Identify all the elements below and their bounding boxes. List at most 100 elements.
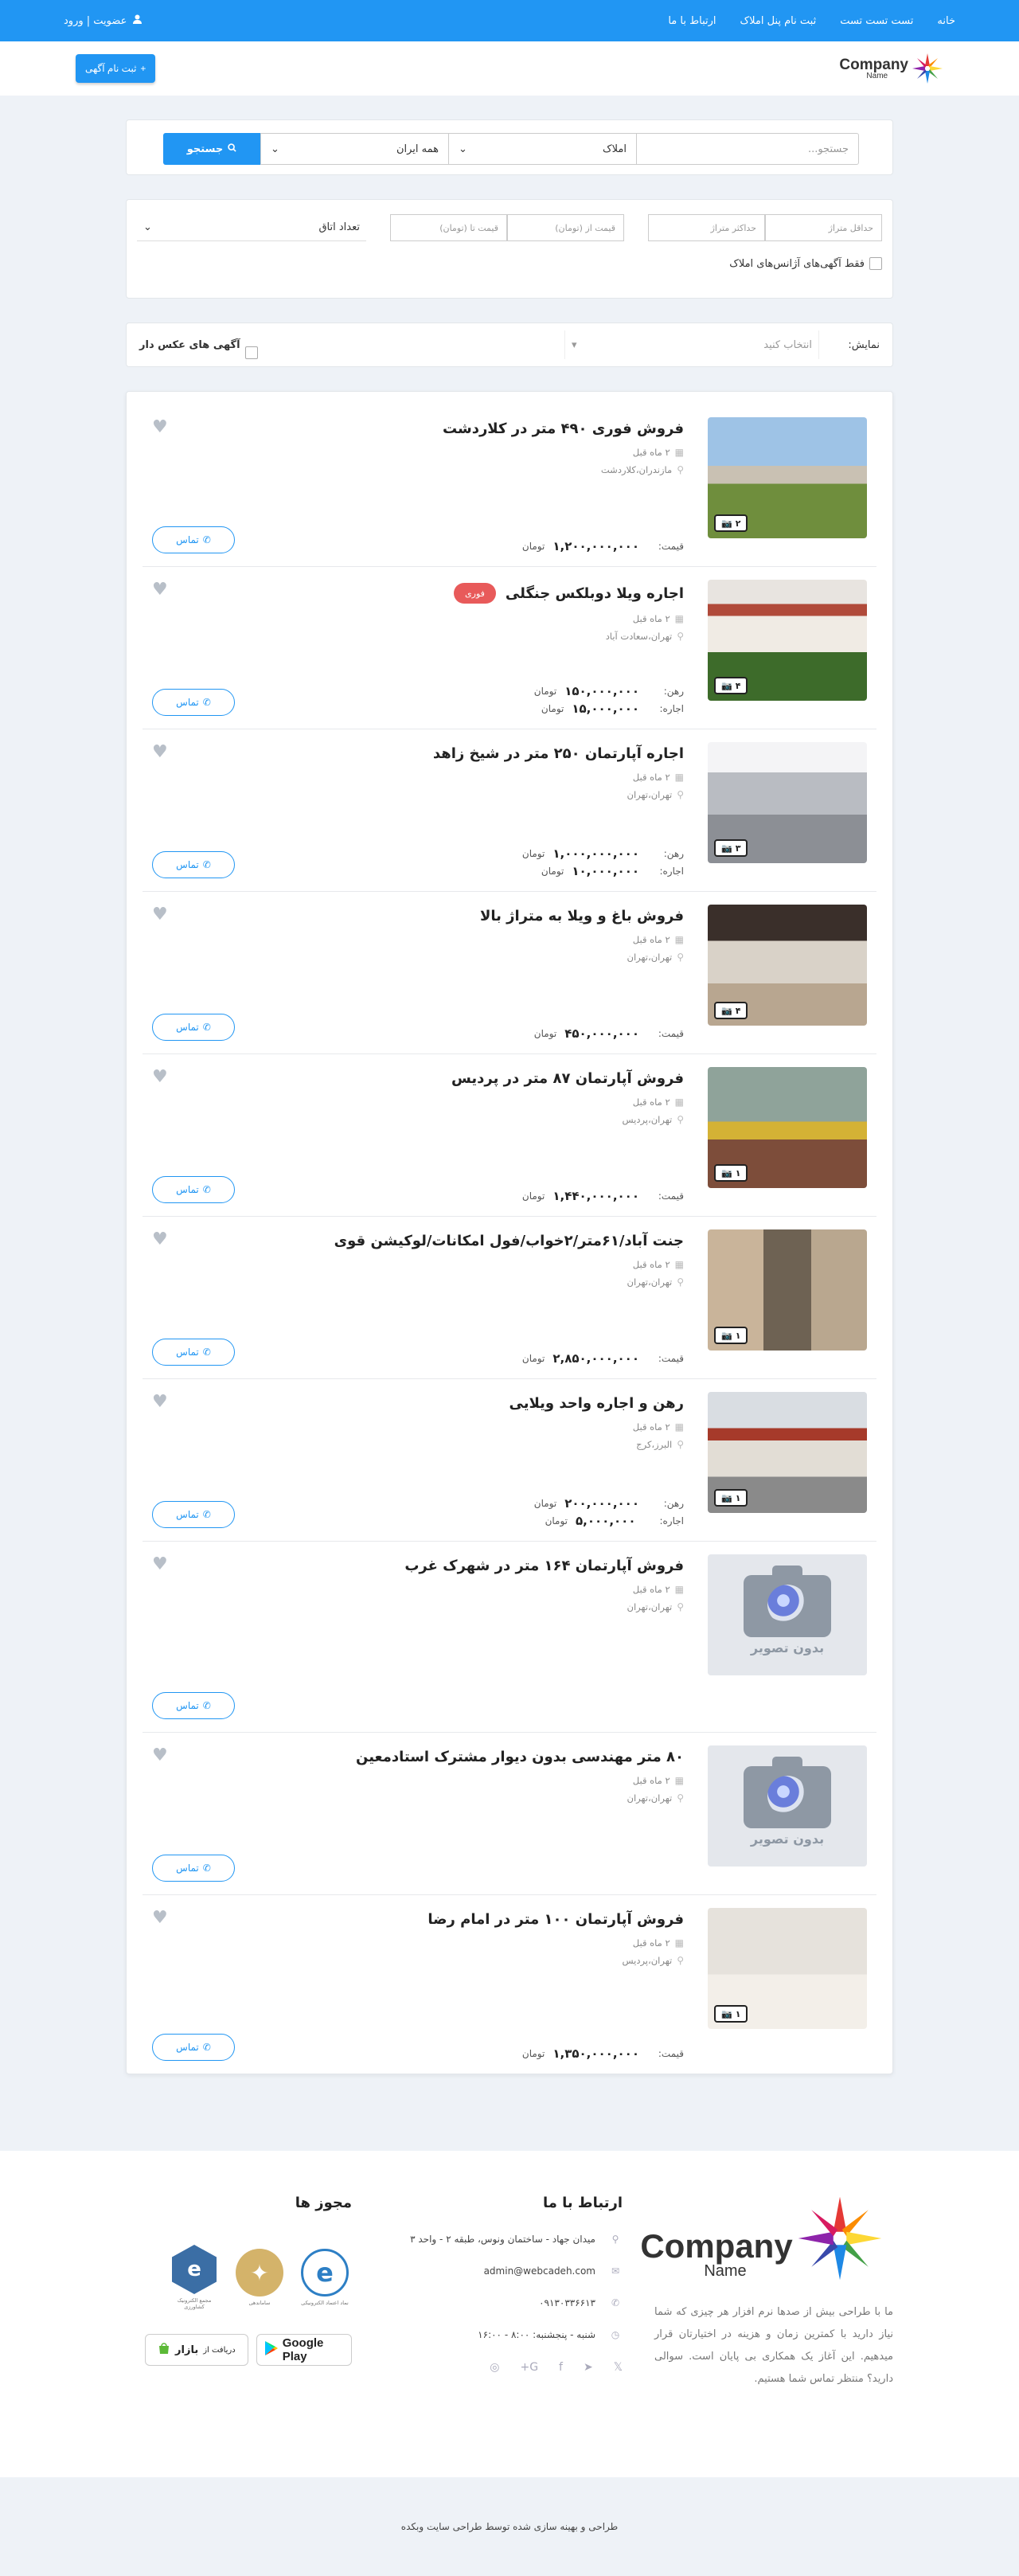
heart-icon[interactable]: ♥ xyxy=(152,1392,168,1412)
heart-icon[interactable]: ♥ xyxy=(152,1908,168,1928)
call-label: تماس xyxy=(176,1863,199,1874)
telegram-icon[interactable]: ➤ xyxy=(584,2361,593,2374)
listing-title[interactable]: جنت آباد/۶۱متر/۲خواب/فول امکانات/لوکیشن … xyxy=(334,1233,684,1249)
listing-card[interactable]: 📷 ۱ فروش آپارتمان ۱۰۰ متر در امام رضا ▦ ۲… xyxy=(143,1895,876,2074)
rooms-label: تعداد اتاق xyxy=(318,221,360,233)
listing-location: تهران،تهران xyxy=(627,1792,673,1804)
call-button[interactable]: ✆ تماس xyxy=(152,1176,235,1203)
listing-title[interactable]: فروش آپارتمان ۱۰۰ متر در امام رضا xyxy=(428,1911,684,1928)
twitter-icon[interactable]: 𝕏 xyxy=(614,2361,623,2374)
association-badge[interactable]: e مجمع الکترونیک کشاورزی xyxy=(167,2243,221,2312)
enamad-badge[interactable]: e نماد اعتماد الکترونیکی xyxy=(298,2243,352,2312)
listing-card[interactable]: بدون تصویر ۸۰ متر مهندسی بدون دیوار مشتر… xyxy=(143,1733,876,1895)
rent-label: اجاره: xyxy=(659,703,684,714)
call-button[interactable]: ✆ تماس xyxy=(152,2034,235,2061)
phone-icon: ✆ xyxy=(611,2297,620,2308)
category-select[interactable]: املاک ⌄ xyxy=(448,133,636,165)
listing-image[interactable]: 📷 ۱ xyxy=(708,1392,867,1513)
phone-icon: ✆ xyxy=(202,697,211,708)
search-button[interactable]: جستجو xyxy=(163,133,260,165)
area-max-input[interactable]: حداکثر متراژ xyxy=(648,214,765,241)
listing-title[interactable]: رهن و اجاره واحد ویلایی xyxy=(510,1395,685,1412)
rent-label: اجاره: xyxy=(659,866,684,877)
listing-card[interactable]: 📷 ۲ فروش فوری ۴۹۰ متر در کلاردشت ▦ ۲ ماه … xyxy=(143,405,876,567)
listing-image[interactable]: 📷 ۱ xyxy=(708,1908,867,2029)
heart-icon[interactable]: ♥ xyxy=(152,417,168,437)
rent-unit: تومان xyxy=(541,703,564,714)
with-photo-checkbox[interactable]: آگهی های عکس دار xyxy=(139,330,258,359)
area-min-input[interactable]: حداقل متراژ xyxy=(765,214,882,241)
heart-icon[interactable]: ♥ xyxy=(152,742,168,762)
no-image-placeholder[interactable]: بدون تصویر xyxy=(708,1554,867,1675)
call-button[interactable]: ✆ تماس xyxy=(152,1692,235,1719)
call-button[interactable]: ✆ تماس xyxy=(152,1501,235,1528)
city-select[interactable]: همه ایران ⌄ xyxy=(260,133,448,165)
rent-value: ۵,۰۰۰,۰۰۰ xyxy=(576,1514,636,1528)
listing-title[interactable]: فروش آپارتمان ۱۶۴ متر در شهرک غرب xyxy=(404,1558,684,1574)
facebook-icon[interactable]: f xyxy=(559,2361,563,2374)
nav-link-test[interactable]: تست تست تست xyxy=(840,15,913,27)
photo-count-badge: 📷 ۱ xyxy=(714,1327,748,1344)
listing-image[interactable]: 📷 ۱ xyxy=(708,1229,867,1351)
calendar-icon: ▦ xyxy=(674,1775,684,1786)
listing-card[interactable]: 📷 ۴ فروش باغ و ویلا به متراژ بالا ▦ ۲ ماه… xyxy=(143,892,876,1054)
company-logo[interactable]: Company Name xyxy=(839,53,943,84)
listing-image[interactable]: 📷 ۴ xyxy=(708,905,867,1026)
call-button[interactable]: ✆ تماس xyxy=(152,689,235,716)
call-button[interactable]: ✆ تماس xyxy=(152,1339,235,1366)
listing-card[interactable]: 📷 ۱ فروش آپارتمان ۸۷ متر در پردیس ▦ ۲ ماه… xyxy=(143,1054,876,1217)
heart-icon[interactable]: ♥ xyxy=(152,905,168,924)
listing-image[interactable]: 📷 ۴ xyxy=(708,580,867,701)
listing-title[interactable]: فروش باغ و ویلا به متراژ بالا xyxy=(480,908,684,924)
listing-card[interactable]: بدون تصویر فروش آپارتمان ۱۶۴ متر در شهرک… xyxy=(143,1542,876,1733)
price-to-input[interactable]: قیمت تا (تومان) xyxy=(390,214,507,241)
call-button[interactable]: ✆ تماس xyxy=(152,1014,235,1041)
site-header: Company Name + ثبت نام آگهی xyxy=(0,41,1019,96)
listing-title[interactable]: ۸۰ متر مهندسی بدون دیوار مشترک استادمعین xyxy=(356,1749,684,1765)
listing-card[interactable]: 📷 ۱ جنت آباد/۶۱متر/۲خواب/فول امکانات/لوک… xyxy=(143,1217,876,1379)
phone-icon: ✆ xyxy=(202,1347,211,1358)
google-play-button[interactable]: Google Play xyxy=(256,2334,352,2366)
email-link[interactable]: admin@webcadeh.com xyxy=(484,2265,595,2277)
nav-link-contact[interactable]: ارتباط با ما xyxy=(668,15,716,27)
agency-only-checkbox[interactable]: فقط آگهی‌های آژانس‌های املاک xyxy=(137,257,882,270)
phone-text[interactable]: ۰۹۱۳۰۳۳۶۶۱۳ xyxy=(539,2297,595,2308)
sort-select[interactable]: انتخاب کنید ▾ xyxy=(564,330,819,359)
listing-title[interactable]: فروش آپارتمان ۸۷ متر در پردیس xyxy=(451,1070,684,1087)
heart-icon[interactable]: ♥ xyxy=(152,1067,168,1087)
checkbox-box[interactable] xyxy=(244,346,258,359)
listing-card[interactable]: 📷 ۳ اجاره آپارتمان ۲۵۰ متر در شیخ زاهد ▦… xyxy=(143,729,876,892)
photo-count-badge: 📷 ۴ xyxy=(714,677,748,694)
listing-image[interactable]: 📷 ۳ xyxy=(708,742,867,863)
heart-icon[interactable]: ♥ xyxy=(152,1554,168,1574)
call-button[interactable]: ✆ تماس xyxy=(152,1855,235,1882)
listing-title[interactable]: اجاره ویلا دوبلکس جنگلی xyxy=(506,585,684,602)
heart-icon[interactable]: ♥ xyxy=(152,580,168,600)
post-ad-button[interactable]: + ثبت نام آگهی xyxy=(76,54,156,83)
listing-title[interactable]: فروش فوری ۴۹۰ متر در کلاردشت xyxy=(443,420,684,437)
listing-image[interactable]: 📷 ۲ xyxy=(708,417,867,538)
listing-card[interactable]: 📷 ۱ رهن و اجاره واحد ویلایی ▦ ۲ ماه قبل ⚲… xyxy=(143,1379,876,1542)
listing-info: اجاره آپارتمان ۲۵۰ متر در شیخ زاهد ▦ ۲ ما… xyxy=(152,742,708,878)
checkbox-box[interactable] xyxy=(869,257,882,270)
search-input[interactable]: جستجو... xyxy=(636,133,859,165)
rooms-select[interactable]: تعداد اتاق ⌄ xyxy=(137,214,366,241)
samandehi-badge[interactable]: ✦ ساماندهی xyxy=(232,2243,287,2312)
price-from-input[interactable]: قیمت از (تومان) xyxy=(507,214,624,241)
heart-icon[interactable]: ♥ xyxy=(152,1229,168,1249)
listing-location: البرز،کرج xyxy=(636,1439,673,1450)
call-button[interactable]: ✆ تماس xyxy=(152,851,235,878)
nav-link-agency-signup[interactable]: ثبت نام پنل املاک xyxy=(740,15,817,27)
listing-image[interactable]: 📷 ۱ xyxy=(708,1067,867,1188)
instagram-icon[interactable]: ◎ xyxy=(490,2361,499,2374)
photo-count-badge: 📷 ۳ xyxy=(714,839,748,857)
login-register-link[interactable]: عضویت | ورود xyxy=(64,14,143,27)
listing-card[interactable]: 📷 ۴ اجاره ویلا دوبلکس جنگلی فوری ▦ ۲ ماه ق… xyxy=(143,567,876,729)
bazaar-button[interactable]: دریافت از بازار xyxy=(145,2334,248,2366)
heart-icon[interactable]: ♥ xyxy=(152,1745,168,1765)
call-button[interactable]: ✆ تماس xyxy=(152,526,235,553)
no-image-placeholder[interactable]: بدون تصویر xyxy=(708,1745,867,1867)
listing-title[interactable]: اجاره آپارتمان ۲۵۰ متر در شیخ زاهد xyxy=(433,745,684,762)
nav-link-home[interactable]: خانه xyxy=(937,15,955,27)
google-plus-icon[interactable]: G+ xyxy=(520,2361,538,2374)
